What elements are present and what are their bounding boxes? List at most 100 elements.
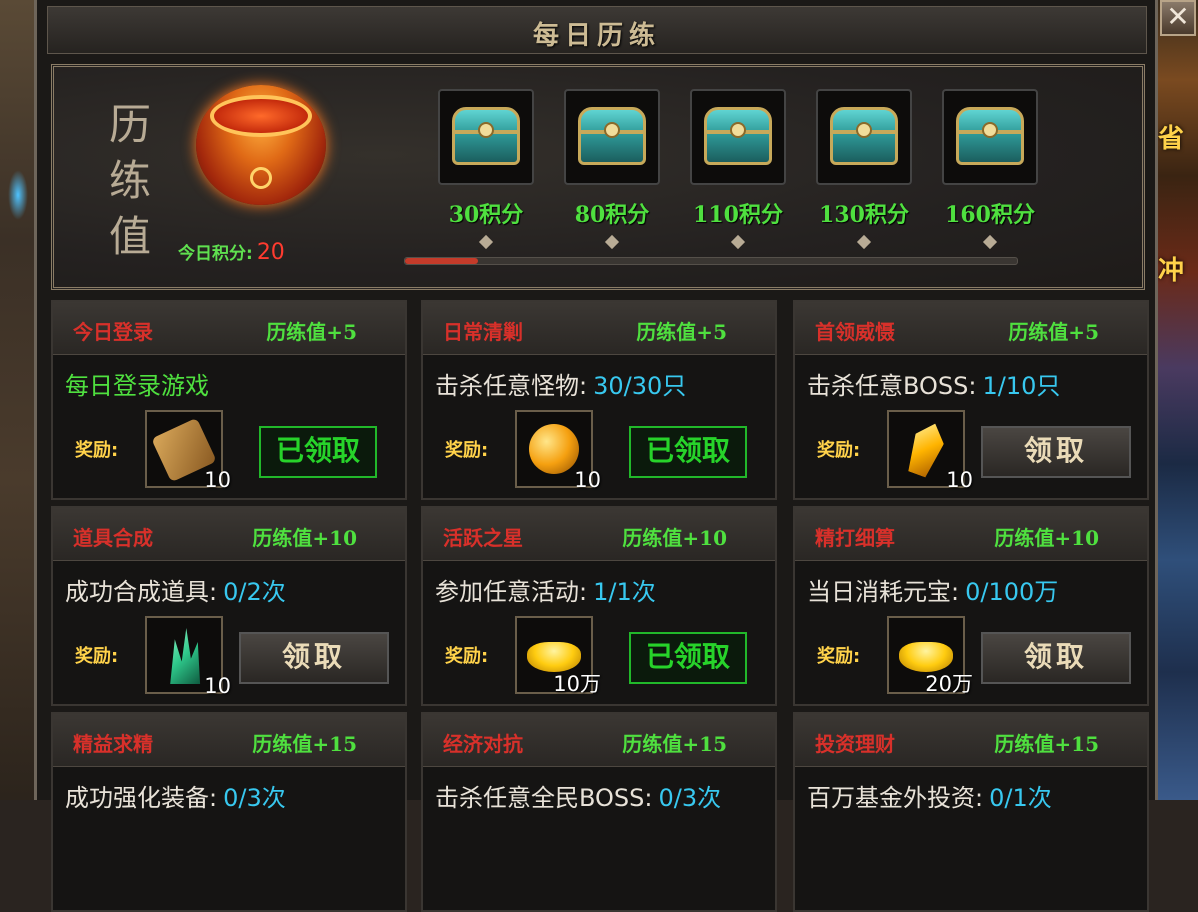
reward-quantity: 10 (574, 468, 601, 492)
background-right-scenery: 省 冲 (1156, 0, 1198, 800)
task-header: 今日登录 历练值+5 (53, 302, 405, 355)
task-desc-text: 击杀任意全民BOSS: (435, 784, 653, 812)
task-progress: 0/2次 (223, 578, 286, 606)
task-name: 精打细算 (815, 526, 895, 550)
reward-quantity: 10 (204, 674, 231, 698)
treasure-chest-icon[interactable] (564, 89, 660, 185)
task-progress: 1/10只 (982, 372, 1061, 400)
reward-slot[interactable]: 10 (145, 410, 231, 492)
task-description: 每日登录游戏 (65, 366, 209, 401)
claim-button[interactable]: 领取 (981, 632, 1131, 684)
crystal-icon (170, 628, 201, 684)
reward-quantity: 10 (946, 468, 973, 492)
drum-icon (196, 85, 326, 205)
task-desc-text: 击杀任意BOSS: (807, 372, 977, 400)
reward-label: 奖励: (75, 646, 119, 667)
reward-label: 奖励: (817, 440, 861, 461)
task-card-activity: 活跃之星 历练值+10 参加任意活动: 1/1次 奖励: 10万 已领取 (421, 506, 777, 706)
milestone-marker-icon (604, 234, 620, 250)
chest-label: 80积分 (574, 202, 650, 228)
claimed-button: 已领取 (629, 426, 747, 478)
background-left-scenery (0, 0, 34, 800)
reward-label: 奖励: (817, 646, 861, 667)
task-points: 历练值+5 (636, 320, 727, 344)
task-progress: 1/1次 (593, 578, 656, 606)
chest-label: 110积分 (693, 202, 783, 228)
treasure-chest-icon[interactable] (438, 89, 534, 185)
task-description: 击杀任意全民BOSS: 0/3次 (435, 778, 721, 813)
claim-button[interactable]: 领取 (981, 426, 1131, 478)
task-progress: 0/3次 (223, 784, 286, 812)
chest-reward-1[interactable]: 30积分 (436, 89, 536, 250)
treasure-chest-icon[interactable] (690, 89, 786, 185)
task-desc-text: 百万基金外投资: (807, 784, 984, 812)
claimed-button: 已领取 (629, 632, 747, 684)
chest-reward-2[interactable]: 80积分 (562, 89, 662, 250)
task-points: 历练值+10 (252, 526, 357, 550)
task-points: 历练值+5 (1008, 320, 1099, 344)
chest-label: 160积分 (945, 202, 1035, 228)
milestone-marker-icon (730, 234, 746, 250)
calligraphy-title: 历 练 值 (106, 97, 154, 265)
task-name: 首领威慑 (815, 320, 895, 344)
task-desc-text: 参加任意活动: (435, 578, 588, 606)
milestone-marker-icon (478, 234, 494, 250)
task-points: 历练值+15 (252, 732, 357, 756)
close-button[interactable]: ✕ (1160, 0, 1196, 36)
task-points: 历练值+10 (994, 526, 1099, 550)
task-points: 历练值+15 (622, 732, 727, 756)
milestone-marker-icon (856, 234, 872, 250)
task-progress: 0/3次 (658, 784, 722, 812)
claimed-button: 已领取 (259, 426, 377, 478)
calligraphy-char: 历 (108, 100, 151, 149)
treasure-chest-icon[interactable] (816, 89, 912, 185)
task-name: 今日登录 (73, 320, 153, 344)
chest-label: 130积分 (819, 202, 909, 228)
task-description: 击杀任意BOSS: 1/10只 (807, 366, 1060, 401)
task-card-economy: 经济对抗 历练值+15 击杀任意全民BOSS: 0/3次 (421, 712, 777, 912)
task-points: 历练值+15 (994, 732, 1099, 756)
reward-slot[interactable]: 10 (887, 410, 973, 492)
reward-slot[interactable]: 10 (145, 616, 231, 698)
reward-slot[interactable]: 10 (515, 410, 601, 492)
reward-label: 奖励: (445, 646, 489, 667)
task-name: 活跃之星 (443, 526, 523, 550)
task-header: 活跃之星 历练值+10 (423, 508, 775, 561)
task-card-craft: 道具合成 历练值+10 成功合成道具: 0/2次 奖励: 10 领取 (51, 506, 407, 706)
treasure-chest-icon[interactable] (942, 89, 1038, 185)
task-progress: 0/100万 (965, 578, 1059, 606)
task-card-login: 今日登录 历练值+5 每日登录游戏 奖励: 10 已领取 (51, 300, 407, 500)
task-card-invest: 投资理财 历练值+15 百万基金外投资: 0/1次 (793, 712, 1149, 912)
task-name: 精益求精 (73, 732, 153, 756)
reward-label: 奖励: (445, 440, 489, 461)
reward-slot[interactable]: 20万 (887, 616, 973, 696)
task-name: 道具合成 (73, 526, 153, 550)
task-card-enhance: 精益求精 历练值+15 成功强化装备: 0/3次 (51, 712, 407, 912)
task-name: 经济对抗 (443, 732, 523, 756)
task-points: 历练值+5 (266, 320, 357, 344)
task-description: 当日消耗元宝: 0/100万 (807, 572, 1058, 607)
chest-reward-3[interactable]: 110积分 (688, 89, 788, 250)
task-header: 日常清剿 历练值+5 (423, 302, 775, 355)
today-score: 今日积分: 20 (178, 239, 285, 265)
side-tag-1[interactable]: 省 (1158, 118, 1196, 158)
calligraphy-char: 练 (108, 156, 151, 205)
calligraphy-char: 值 (108, 212, 151, 261)
chest-reward-4[interactable]: 130积分 (814, 89, 914, 250)
task-desc-text: 当日消耗元宝: (807, 578, 960, 606)
side-tag-2[interactable]: 冲 (1158, 250, 1196, 290)
orb-icon (529, 424, 579, 474)
reward-quantity: 10 (204, 468, 231, 492)
reward-slot[interactable]: 10万 (515, 616, 601, 696)
task-desc-text: 每日登录游戏 (65, 372, 209, 400)
reward-quantity: 10万 (553, 672, 601, 696)
task-description: 击杀任意怪物: 30/30只 (435, 366, 686, 401)
task-description: 百万基金外投资: 0/1次 (807, 778, 1052, 813)
reward-quantity: 20万 (925, 672, 973, 696)
score-progress-bar (404, 257, 1018, 265)
claim-button[interactable]: 领取 (239, 632, 389, 684)
milestone-marker-icon (982, 234, 998, 250)
reward-label: 奖励: (75, 440, 119, 461)
task-header: 首领威慑 历练值+5 (795, 302, 1147, 355)
chest-reward-5[interactable]: 160积分 (940, 89, 1040, 250)
